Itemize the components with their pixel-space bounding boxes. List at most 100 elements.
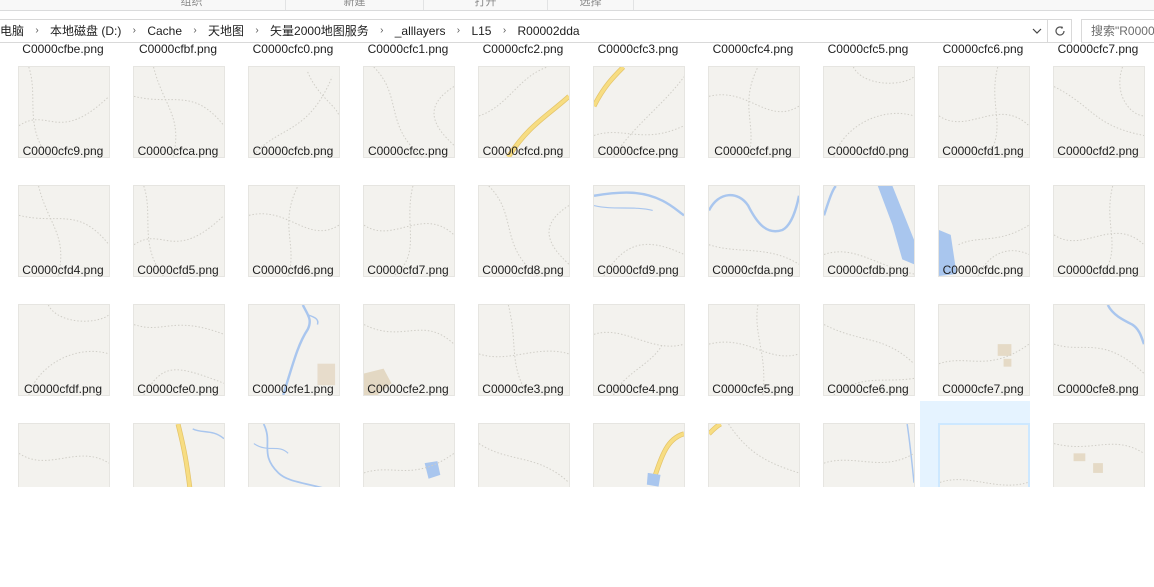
file-item[interactable]: C0000cfe1.png: [230, 282, 340, 401]
file-item[interactable]: C0000cfdc.png: [920, 163, 1030, 282]
file-item[interactable]: C0000cfcb.png: [230, 44, 340, 163]
file-name: C0000cfcf.png: [714, 144, 792, 158]
thumbnail-frame: [920, 44, 1030, 158]
file-name: C0000cfd9.png: [597, 263, 679, 277]
file-name: C0000cfe8.png: [1057, 382, 1139, 396]
ribbon-group-open[interactable]: 打开: [424, 0, 548, 10]
file-item[interactable]: [1035, 401, 1145, 487]
file-item[interactable]: C0000cfe4.png: [575, 282, 685, 401]
thumbnail-frame: [805, 401, 915, 487]
file-name: C0000cfd7.png: [367, 263, 449, 277]
address-bar[interactable]: 电脑 › 本地磁盘 (D:) › Cache › 天地图 › 矢量2000地图服务 › _allla…: [0, 19, 1072, 43]
map-tile-thumbnail: [18, 423, 110, 487]
file-name: C0000cfc9.png: [22, 144, 104, 158]
file-item[interactable]: [115, 401, 225, 487]
file-item[interactable]: C0000cfe2.png: [345, 282, 455, 401]
file-item[interactable]: [920, 401, 1030, 487]
file-item[interactable]: C0000cfd2.png: [1035, 44, 1145, 163]
file-item[interactable]: C0000cfe5.png: [690, 282, 800, 401]
chevron-right-icon[interactable]: ›: [30, 20, 44, 42]
file-item[interactable]: [690, 401, 800, 487]
file-item[interactable]: C0000cfd4.png: [0, 163, 110, 282]
thumbnail-frame: [1035, 163, 1145, 277]
thumbnail-frame: [1035, 282, 1145, 396]
thumbnail-frame: [575, 44, 685, 158]
ribbon-group-organize[interactable]: 组织: [98, 0, 286, 10]
map-tile-thumbnail: [133, 423, 225, 487]
chevron-right-icon[interactable]: ›: [497, 20, 511, 42]
breadcrumb-item[interactable]: Cache: [141, 20, 188, 42]
file-item[interactable]: [230, 401, 340, 487]
chevron-right-icon[interactable]: ›: [188, 20, 202, 42]
file-item[interactable]: [345, 401, 455, 487]
file-item[interactable]: C0000cfcc.png: [345, 44, 455, 163]
file-item[interactable]: [0, 401, 110, 487]
file-item[interactable]: C0000cfe6.png: [805, 282, 915, 401]
file-item[interactable]: C0000cfdb.png: [805, 163, 915, 282]
breadcrumb-item[interactable]: R00002dda: [511, 20, 585, 42]
file-item[interactable]: [575, 401, 685, 487]
breadcrumb-item[interactable]: 矢量2000地图服务: [264, 20, 375, 42]
file-item[interactable]: C0000cfd5.png: [115, 163, 225, 282]
breadcrumb: 电脑 › 本地磁盘 (D:) › Cache › 天地图 › 矢量2000地图服务 › _allla…: [0, 20, 1025, 42]
ribbon-group-label: 选择: [579, 0, 602, 8]
thumbnail-frame: [460, 44, 570, 158]
ribbon-group-label: 新建: [343, 0, 366, 8]
breadcrumb-item[interactable]: _alllayers: [389, 20, 452, 42]
file-name: C0000cfe2.png: [367, 382, 449, 396]
map-tile-thumbnail: [708, 423, 800, 487]
ribbon-group-select[interactable]: 选择: [548, 0, 634, 10]
thumbnail-frame: [1035, 401, 1145, 487]
file-item[interactable]: C0000cfd8.png: [460, 163, 570, 282]
file-item[interactable]: C0000cfd7.png: [345, 163, 455, 282]
ribbon-group-new[interactable]: 新建: [286, 0, 424, 10]
file-item[interactable]: C0000cfcf.png: [690, 44, 800, 163]
file-name: C0000cfd0.png: [827, 144, 909, 158]
file-name: C0000cfe7.png: [942, 382, 1024, 396]
breadcrumb-item[interactable]: 本地磁盘 (D:): [44, 20, 127, 42]
thumbnail-frame: [0, 282, 110, 396]
file-item[interactable]: C0000cfd1.png: [920, 44, 1030, 163]
file-item[interactable]: C0000cfdd.png: [1035, 163, 1145, 282]
file-item[interactable]: [805, 401, 915, 487]
file-item[interactable]: [460, 401, 570, 487]
thumbnail-frame: [115, 401, 225, 487]
chevron-down-icon[interactable]: [1025, 20, 1047, 42]
thumbnail-frame: [690, 163, 800, 277]
file-item[interactable]: C0000cfc9.png: [0, 44, 110, 163]
map-tile-thumbnail: [363, 423, 455, 487]
thumbnail-frame: [230, 401, 340, 487]
file-item[interactable]: C0000cfe7.png: [920, 282, 1030, 401]
chevron-right-icon[interactable]: ›: [375, 20, 389, 42]
chevron-right-icon[interactable]: ›: [250, 20, 264, 42]
file-name: C0000cfdb.png: [827, 263, 909, 277]
file-item[interactable]: C0000cfca.png: [115, 44, 225, 163]
file-item[interactable]: C0000cfe0.png: [115, 282, 225, 401]
file-name: C0000cfe4.png: [597, 382, 679, 396]
thumbnail-frame: [460, 401, 570, 487]
file-item[interactable]: C0000cfd0.png: [805, 44, 915, 163]
chevron-right-icon[interactable]: ›: [451, 20, 465, 42]
file-name: C0000cfda.png: [712, 263, 794, 277]
file-item[interactable]: C0000cfdf.png: [0, 282, 110, 401]
file-item[interactable]: C0000cfd6.png: [230, 163, 340, 282]
chevron-right-icon[interactable]: ›: [127, 20, 141, 42]
breadcrumb-item[interactable]: L15: [465, 20, 497, 42]
file-item[interactable]: C0000cfce.png: [575, 44, 685, 163]
file-item[interactable]: C0000cfd9.png: [575, 163, 685, 282]
file-item[interactable]: C0000cfda.png: [690, 163, 800, 282]
file-item[interactable]: C0000cfe8.png: [1035, 282, 1145, 401]
refresh-icon[interactable]: [1047, 20, 1071, 42]
thumbnail-frame: [0, 44, 110, 158]
empty-area: [0, 487, 1154, 587]
search-input[interactable]: 搜索"R00002dda": [1081, 19, 1154, 43]
navigation-bar: 电脑 › 本地磁盘 (D:) › Cache › 天地图 › 矢量2000地图服务 › _allla…: [0, 11, 1154, 44]
breadcrumb-item[interactable]: 天地图: [202, 20, 250, 42]
thumbnail-frame: [345, 282, 455, 396]
file-item[interactable]: C0000cfe3.png: [460, 282, 570, 401]
file-item[interactable]: C0000cfcd.png: [460, 44, 570, 163]
file-name: C0000cfd1.png: [942, 144, 1024, 158]
thumbnail-frame: [805, 44, 915, 158]
map-tile-thumbnail: [938, 423, 1030, 487]
breadcrumb-item[interactable]: 电脑: [0, 20, 30, 42]
